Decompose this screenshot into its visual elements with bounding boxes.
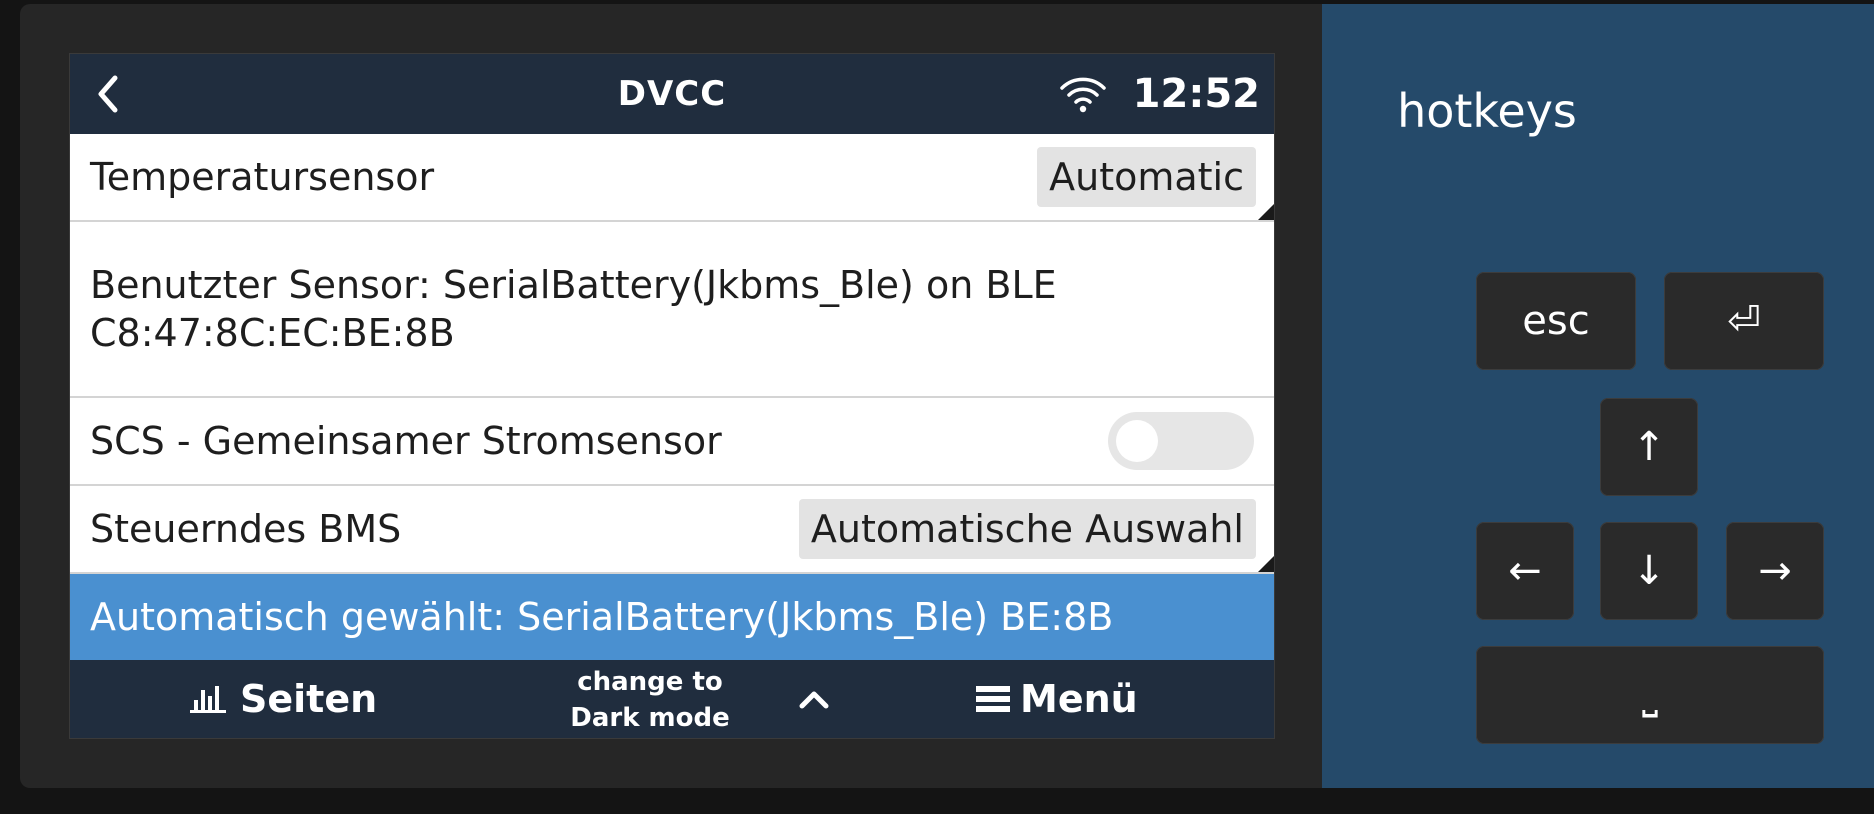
down-arrow-key[interactable]: ↓ — [1600, 522, 1698, 620]
hotkeys-panel: hotkeys esc ⏎ ↑ ← ↓ → ⎵ — [1322, 4, 1874, 788]
row-label: Temperatursensor — [90, 155, 435, 199]
pages-button[interactable]: Seiten — [190, 660, 377, 738]
toggle-knob — [1116, 420, 1158, 462]
shared-current-sensor-toggle[interactable] — [1108, 412, 1254, 470]
wifi-icon — [1058, 74, 1108, 114]
pages-label: Seiten — [240, 677, 378, 721]
row-label: SCS - Gemeinsamer Stromsensor — [90, 419, 722, 463]
temperature-sensor-row[interactable]: Temperatursensor Automatic — [70, 134, 1274, 222]
dark-mode-line-2: Dark mode — [570, 703, 730, 733]
dark-mode-button[interactable]: change to Dark mode — [550, 664, 750, 736]
menu-button[interactable]: Menü — [976, 660, 1138, 738]
controlling-bms-row[interactable]: Steuerndes BMS Automatische Auswahl — [70, 486, 1274, 574]
space-key[interactable]: ⎵ — [1476, 646, 1824, 744]
clock: 12:52 — [1132, 71, 1260, 117]
dropdown-corner-icon — [1258, 204, 1274, 220]
hotkeys-title: hotkeys — [1397, 84, 1577, 138]
dropdown-corner-icon — [1258, 556, 1274, 572]
controlling-bms-value[interactable]: Automatische Auswahl — [798, 499, 1256, 559]
dark-mode-line-1: change to — [577, 667, 723, 697]
auto-selected-bms-row[interactable]: Automatisch gewählt: SerialBattery(Jkbms… — [70, 574, 1274, 660]
row-label: Automatisch gewählt: SerialBattery(Jkbms… — [90, 595, 1114, 639]
shared-current-sensor-row[interactable]: SCS - Gemeinsamer Stromsensor — [70, 398, 1274, 486]
enter-key[interactable]: ⏎ — [1664, 272, 1824, 370]
bar-chart-icon — [190, 686, 226, 713]
up-arrow-key[interactable]: ↑ — [1600, 398, 1698, 496]
hamburger-menu-icon — [976, 686, 1010, 712]
top-bar: DVCC 12:52 — [70, 54, 1274, 134]
row-label: Benutzter Sensor: SerialBattery(Jkbms_Bl… — [90, 263, 1057, 355]
bottom-bar: Seiten change to Dark mode Menü — [70, 660, 1274, 738]
used-sensor-row: Benutzter Sensor: SerialBattery(Jkbms_Bl… — [70, 222, 1274, 398]
menu-label: Menü — [1020, 677, 1138, 721]
right-arrow-key[interactable]: → — [1726, 522, 1824, 620]
esc-key[interactable]: esc — [1476, 272, 1636, 370]
temperature-sensor-value[interactable]: Automatic — [1037, 147, 1256, 207]
gx-screen: DVCC 12:52 Temperatursensor Automatic Be… — [70, 54, 1274, 738]
left-arrow-key[interactable]: ← — [1476, 522, 1574, 620]
chevron-up-icon[interactable] — [792, 678, 836, 718]
row-label: Steuerndes BMS — [90, 507, 402, 551]
